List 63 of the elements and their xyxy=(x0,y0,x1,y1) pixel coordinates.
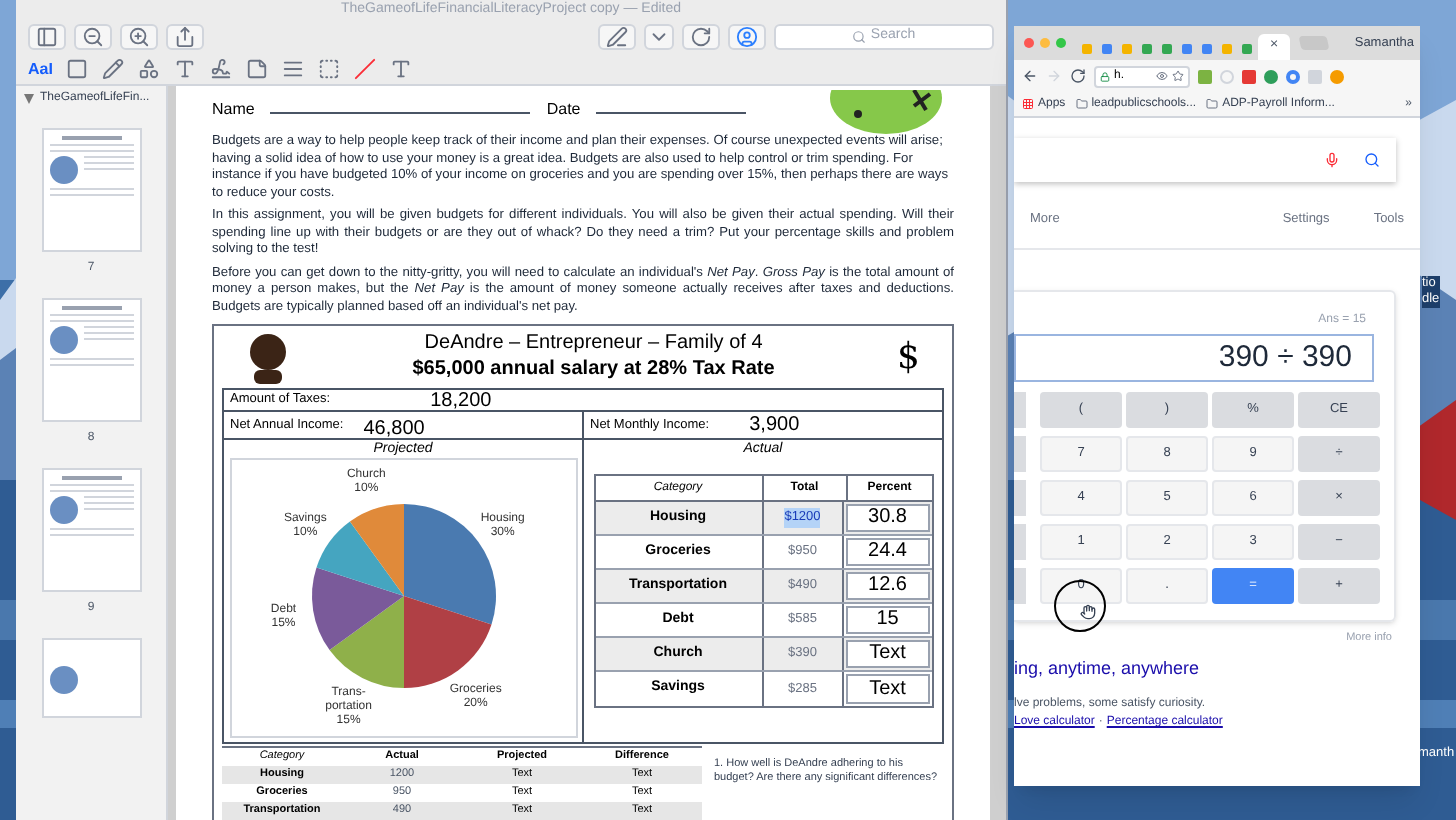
folder-icon xyxy=(1075,98,1088,110)
taxes-value: 18,200 xyxy=(430,387,492,415)
dollar-sign: $ xyxy=(897,334,920,382)
share-button[interactable] xyxy=(166,23,204,49)
markup-button[interactable] xyxy=(728,23,766,49)
browser-tab[interactable] xyxy=(1138,38,1154,60)
percent-field[interactable]: 12.6 xyxy=(846,572,929,600)
reload-icon[interactable] xyxy=(1070,68,1086,84)
sidebar-toggle-button[interactable] xyxy=(28,23,66,49)
page-thumbnail[interactable] xyxy=(41,468,141,592)
eye-icon[interactable] xyxy=(1156,70,1168,82)
note-icon[interactable] xyxy=(246,58,269,80)
piggy-bank-drawing xyxy=(826,90,946,134)
zoom-out-button[interactable] xyxy=(74,23,112,49)
browser-tab[interactable] xyxy=(1238,38,1254,60)
calculator-display: 390 ÷ 390 xyxy=(1014,334,1374,382)
text-box-icon[interactable] xyxy=(174,58,197,80)
line-style-icon[interactable] xyxy=(282,58,305,80)
pen-button[interactable] xyxy=(598,23,636,49)
back-icon[interactable] xyxy=(1022,68,1038,84)
font-icon[interactable] xyxy=(390,58,413,80)
search-icon[interactable] xyxy=(1364,152,1380,168)
percent-field[interactable]: 30.8 xyxy=(846,504,929,532)
name-label: Name xyxy=(212,98,255,122)
disclosure-triangle-icon[interactable] xyxy=(24,94,34,104)
percent-field[interactable]: 15 xyxy=(846,606,929,634)
signature-icon[interactable] xyxy=(210,58,233,80)
fill-color-icon[interactable] xyxy=(354,58,377,80)
rotate-button[interactable] xyxy=(682,23,720,49)
apps-grid-icon xyxy=(1022,98,1034,110)
person-icon xyxy=(246,331,290,383)
browser-tab[interactable] xyxy=(1178,38,1194,60)
annual-income-value: 46,800 xyxy=(363,415,425,441)
text-style-button[interactable]: AaI xyxy=(28,57,53,81)
monthly-income-value: 3,900 xyxy=(749,412,800,440)
page-thumbnail[interactable] xyxy=(41,298,141,422)
sketch-icon[interactable] xyxy=(102,58,125,80)
date-label: Date xyxy=(546,98,581,122)
percent-field[interactable]: Text xyxy=(846,674,929,704)
browser-tab[interactable] xyxy=(1098,38,1114,60)
percent-field[interactable]: Text xyxy=(846,640,929,668)
folder-icon xyxy=(1206,98,1219,110)
percent-field[interactable]: 24.4 xyxy=(846,538,929,566)
hand-pointer-icon xyxy=(1080,604,1096,620)
bookmark-star-icon[interactable] xyxy=(1172,70,1184,82)
close-window-icon[interactable] xyxy=(1024,38,1034,48)
shapes-icon[interactable] xyxy=(138,58,161,80)
selection-icon[interactable] xyxy=(66,58,89,80)
zoom-in-button[interactable] xyxy=(120,23,158,49)
browser-tab[interactable] xyxy=(1158,38,1174,60)
search-field[interactable] xyxy=(1014,138,1396,182)
microphone-icon[interactable] xyxy=(1324,152,1340,168)
page-thumbnail[interactable] xyxy=(41,128,141,252)
pie-slice xyxy=(328,596,403,688)
lock-icon xyxy=(1100,71,1110,81)
search-icon xyxy=(852,29,867,43)
border-color-icon[interactable] xyxy=(318,58,341,80)
browser-tab[interactable] xyxy=(1198,38,1214,60)
page-thumbnail[interactable] xyxy=(41,638,141,718)
dropdown-button[interactable] xyxy=(644,23,674,49)
result-title-link[interactable]: ing, anytime, anywhere xyxy=(1014,656,1420,684)
profile-subtitle: $65,000 annual salary at 28% Tax Rate xyxy=(412,356,775,382)
profile-title: DeAndre – Entrepreneur – Family of 4 xyxy=(424,332,763,356)
